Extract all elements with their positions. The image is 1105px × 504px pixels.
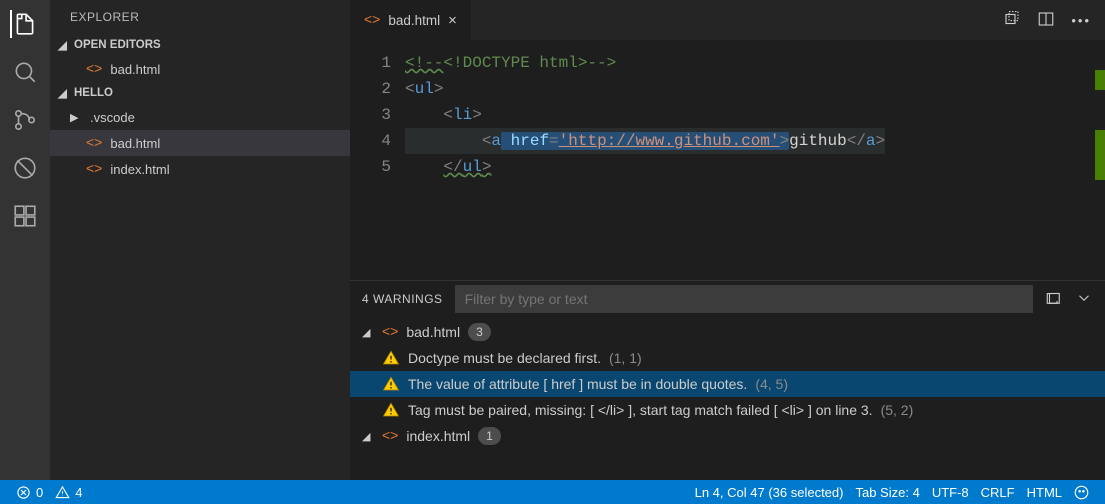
warning-icon [382,401,400,419]
line-number: 5 [350,154,391,180]
compare-changes-icon[interactable] [1003,10,1021,31]
tab-bar: <> bad.html × ••• [350,0,1105,40]
problem-location: (5, 2) [881,402,914,418]
status-lncol[interactable]: Ln 4, Col 47 (36 selected) [689,485,850,500]
activity-scm-icon[interactable] [11,106,39,134]
html-file-icon: <> [86,160,102,176]
workspace-header[interactable]: ◢ HELLO [50,82,350,104]
sidebar: EXPLORER ◢ OPEN EDITORS <> bad.html ◢ HE… [50,0,350,480]
chevron-down-icon: ◢ [58,86,68,100]
open-editor-item[interactable]: <> bad.html [50,56,350,82]
line-number: 2 [350,76,391,102]
problem-item[interactable]: Tag must be paired, missing: [ </li> ], … [350,397,1105,423]
problems-file-count-badge: 3 [468,323,491,341]
chevron-down-icon[interactable] [1075,289,1093,310]
file-label: bad.html [110,62,160,77]
activity-search-icon[interactable] [11,58,39,86]
problem-message: Doctype must be declared first. [408,350,601,366]
chevron-down-icon: ◢ [362,326,374,339]
html-file-icon: <> [86,60,102,76]
line-number: 3 [350,102,391,128]
problems-panel: 4 WARNINGS ◢ <> bad.html 3 Doctype must be d… [350,280,1105,480]
status-eol[interactable]: CRLF [975,485,1021,500]
activity-bar [0,0,50,480]
split-editor-icon[interactable] [1037,10,1055,31]
problems-file-count-badge: 1 [478,427,501,445]
chevron-right-icon: ▶ [70,111,82,124]
problem-location: (4, 5) [755,376,788,392]
status-errors-count: 0 [36,485,43,500]
problems-file-group[interactable]: ◢ <> index.html 1 [350,423,1105,449]
open-editors-label: OPEN EDITORS [74,39,161,51]
html-file-icon: <> [86,134,102,150]
file-item-bad-html[interactable]: <> bad.html [50,130,350,156]
problems-body: ◢ <> bad.html 3 Doctype must be declared fir… [350,317,1105,451]
problem-message: Tag must be paired, missing: [ </li> ], … [408,402,873,418]
tab-label: bad.html [388,13,440,28]
status-lang[interactable]: HTML [1021,485,1068,500]
problem-item[interactable]: Doctype must be declared first. (1, 1) [350,345,1105,371]
sidebar-title: EXPLORER [50,0,350,34]
problems-file-group[interactable]: ◢ <> bad.html 3 [350,319,1105,345]
status-warnings-count: 4 [75,485,82,500]
close-icon[interactable]: × [448,12,457,29]
warning-icon [382,375,400,393]
status-errors[interactable]: 0 [10,485,49,500]
problem-message: The value of attribute [ href ] must be … [408,376,747,392]
overview-ruler[interactable] [1091,40,1105,280]
html-file-icon: <> [382,427,398,443]
status-tabsize[interactable]: Tab Size: 4 [849,485,925,500]
html-file-icon: <> [364,11,380,27]
status-bar: 0 4 Ln 4, Col 47 (36 selected) Tab Size:… [0,480,1105,504]
problems-header: 4 WARNINGS [350,281,1105,317]
status-warnings[interactable]: 4 [49,485,88,500]
chevron-down-icon: ◢ [362,430,374,443]
file-label: index.html [110,162,169,177]
file-label: bad.html [110,136,160,151]
workspace-label: HELLO [74,87,113,99]
collapse-all-icon[interactable] [1045,289,1063,310]
activity-explorer-icon[interactable] [10,10,38,38]
status-feedback-icon[interactable] [1068,485,1095,500]
warning-icon [382,349,400,367]
code-editor[interactable]: 1 2 3 4 5 <!--<!DOCTYPE html>--><ul> <li… [350,40,1105,280]
gutter: 1 2 3 4 5 [350,40,405,280]
html-file-icon: <> [382,323,398,339]
line-number: 4 [350,128,391,154]
line-number: 1 [350,50,391,76]
problems-file-name: bad.html [406,324,460,340]
more-actions-icon[interactable]: ••• [1071,13,1091,28]
folder-label: .vscode [90,110,135,125]
editor-area: <> bad.html × ••• 1 2 3 4 5 <!--<!DOCTYP… [350,0,1105,480]
problem-item[interactable]: The value of attribute [ href ] must be … [350,371,1105,397]
folder-item-vscode[interactable]: ▶ .vscode [50,104,350,130]
code-content: <!--<!DOCTYPE html>--><ul> <li> <a href=… [405,40,885,280]
tab-bad-html[interactable]: <> bad.html × [350,0,472,40]
activity-extensions-icon[interactable] [11,202,39,230]
problems-count: 4 WARNINGS [362,292,443,306]
problems-filter-input[interactable] [455,285,1033,313]
open-editors-header[interactable]: ◢ OPEN EDITORS [50,34,350,56]
problem-location: (1, 1) [609,350,642,366]
chevron-down-icon: ◢ [58,38,68,52]
file-item-index-html[interactable]: <> index.html [50,156,350,182]
activity-debug-icon[interactable] [11,154,39,182]
problems-file-name: index.html [406,428,470,444]
status-encoding[interactable]: UTF-8 [926,485,975,500]
